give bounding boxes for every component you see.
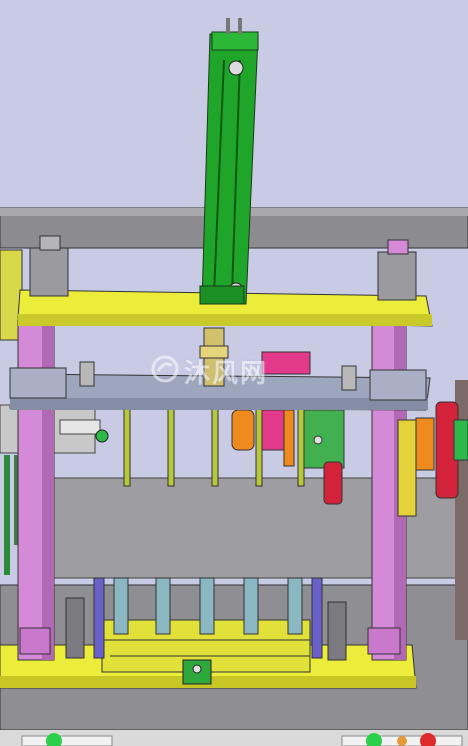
left-fitting-green [95, 429, 109, 443]
orange-block-right [415, 417, 435, 471]
orange-tube [283, 409, 295, 467]
top-plate-edge [18, 314, 432, 326]
air-fitting-upper [228, 60, 244, 76]
bushing-right [369, 369, 427, 401]
pillar-collar-left [19, 627, 51, 655]
pin-purple-2 [311, 577, 323, 659]
pin-purple-1 [93, 577, 105, 659]
bottom-right-orange-indicator [397, 736, 407, 746]
bushing-left [9, 367, 67, 399]
top-nut-left-cap [39, 235, 61, 251]
yellow-block-right [397, 419, 417, 517]
pin-teal-4 [243, 577, 259, 635]
probe-1 [123, 407, 131, 487]
air-cylinder-base [199, 285, 245, 305]
left-probe-2 [14, 455, 18, 545]
sensor-green-dot [192, 664, 202, 674]
top-nut-right-cap [387, 239, 409, 255]
fixture-3d-model [0, 0, 468, 746]
green-solenoid [303, 409, 345, 469]
cad-viewport[interactable]: 沐风网 [0, 0, 468, 746]
bottom-left-panel [21, 735, 113, 746]
top-nut-right [377, 251, 417, 301]
probe-5 [297, 407, 305, 487]
magenta-block [261, 351, 311, 375]
probe-2 [167, 407, 175, 487]
air-cylinder-cap [211, 31, 259, 51]
probe-3 [211, 407, 219, 487]
pin-teal-1 [113, 577, 129, 635]
air-cylinder-sensor-2 [238, 18, 242, 34]
pin-teal-2 [155, 577, 171, 635]
green-solenoid-dot [313, 435, 323, 445]
limit-bolt-left [79, 361, 95, 387]
middle-plate-edge [10, 398, 428, 410]
red-cylinder [323, 461, 343, 505]
limit-bolt-right [341, 365, 357, 391]
pin-teal-3 [199, 577, 215, 635]
orange-valve-left [231, 409, 255, 451]
left-probe [4, 455, 10, 575]
top-nut-left [29, 247, 69, 297]
pin-dark-2 [327, 601, 347, 661]
floating-joint-nut [199, 345, 229, 359]
probe-4 [255, 407, 263, 487]
left-cylinder-rod [59, 419, 101, 435]
green-fitting-right [453, 419, 468, 461]
air-cylinder-sensor-1 [226, 18, 230, 34]
pin-dark-1 [65, 597, 85, 659]
pillar-collar-right [367, 627, 401, 655]
pin-teal-5 [287, 577, 303, 635]
